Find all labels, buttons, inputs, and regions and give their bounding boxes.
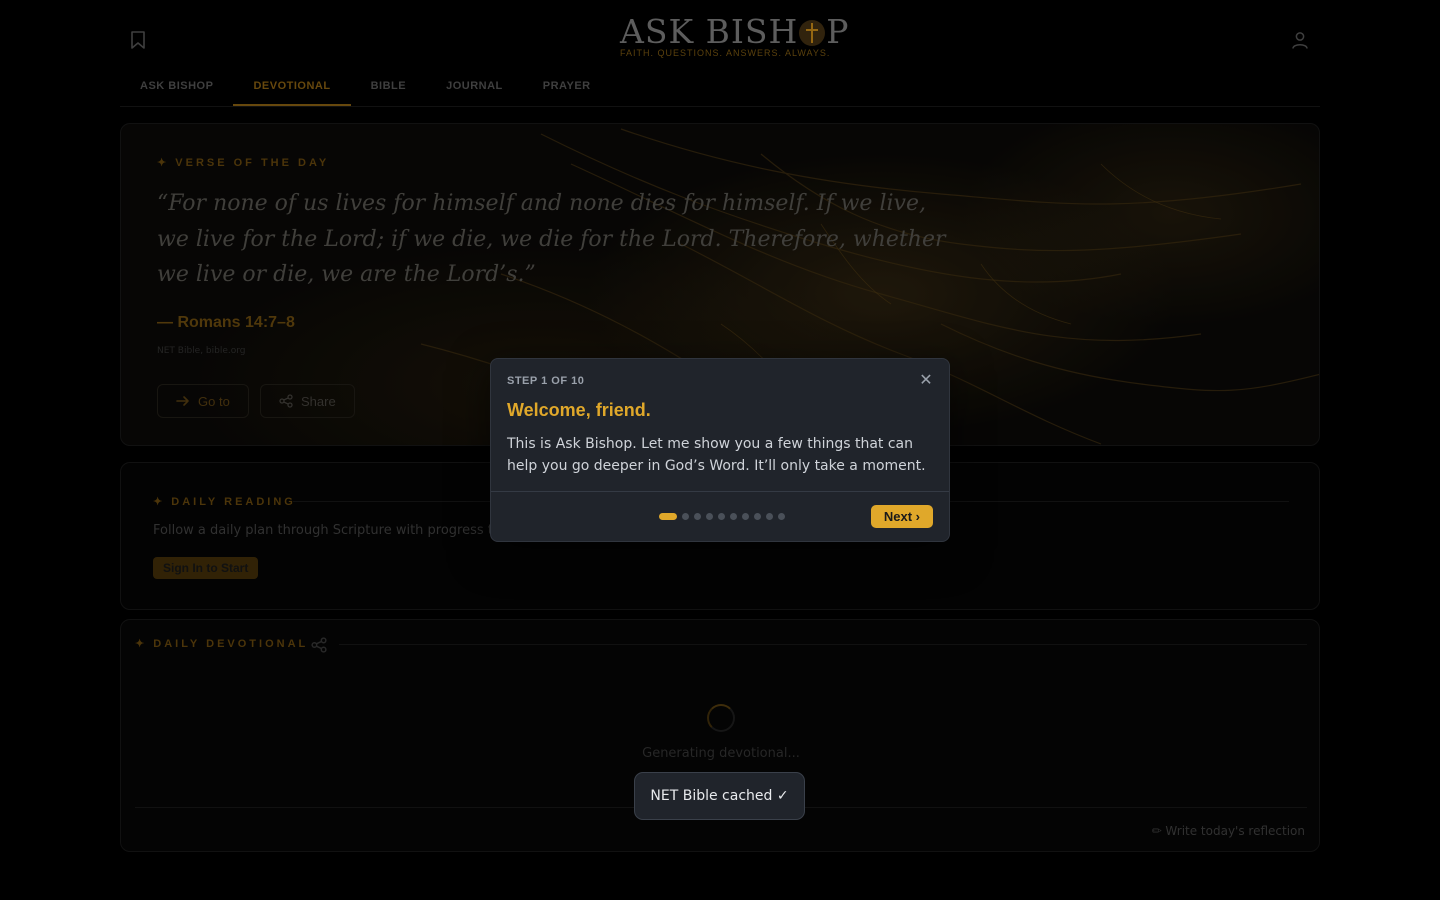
tour-progress-dots: [659, 513, 785, 520]
onboarding-tour-dialog: STEP 1 OF 10 ✕ Welcome, friend. This is …: [490, 358, 950, 542]
tour-title: Welcome, friend.: [507, 400, 651, 420]
tour-step-dot[interactable]: [694, 513, 701, 520]
tour-step-indicator: STEP 1 OF 10: [507, 375, 585, 387]
tour-divider: [491, 491, 949, 492]
tour-step-dot[interactable]: [778, 513, 785, 520]
tour-step-dot[interactable]: [730, 513, 737, 520]
tour-step-dot[interactable]: [682, 513, 689, 520]
tour-step-dot[interactable]: [718, 513, 725, 520]
tour-step-dot[interactable]: [742, 513, 749, 520]
toast-notification: NET Bible cached ✓: [634, 772, 805, 820]
tour-step-dot[interactable]: [659, 513, 677, 520]
tour-step-dot[interactable]: [706, 513, 713, 520]
next-button[interactable]: Next ›: [870, 505, 933, 528]
tour-body-text: This is Ask Bishop. Let me show you a fe…: [507, 436, 926, 474]
close-icon[interactable]: ✕: [917, 371, 935, 389]
tour-step-dot[interactable]: [766, 513, 773, 520]
tour-step-dot[interactable]: [754, 513, 761, 520]
